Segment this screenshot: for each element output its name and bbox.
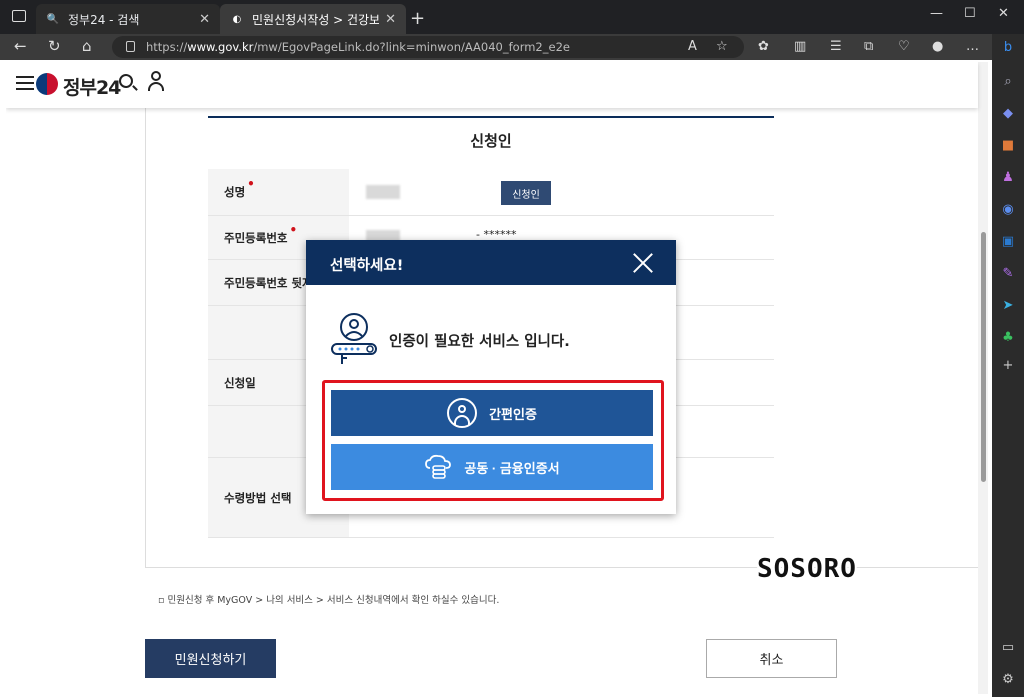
page-viewport: 정부24 신청인 성명 • 신청인 주민등록번호 • - ****** 주민등록번호… [6, 62, 990, 694]
site-logo-text[interactable]: 정부24 [63, 73, 121, 100]
more-menu-icon[interactable]: … [966, 39, 979, 54]
applicant-button[interactable]: 신청인 [501, 181, 551, 205]
row-label: 성명 • [208, 169, 349, 215]
user-icon[interactable] [148, 71, 164, 93]
site-header: 정부24 [6, 62, 978, 108]
url-prefix: https:// [146, 40, 188, 54]
search-icon[interactable] [119, 74, 133, 88]
section-divider [208, 116, 774, 118]
search-favicon-icon: 🔍 [46, 13, 60, 25]
refresh-icon[interactable]: ↻ [48, 37, 61, 55]
info-note-text: 민원신청 후 MyGOV > 나의 서비스 > 서비스 신청내역에서 확인 하실… [167, 595, 500, 606]
url-field[interactable]: https://www.gov.kr/mw/EgovPageLink.do?li… [112, 36, 744, 58]
games-icon[interactable]: ♟ [1000, 170, 1016, 186]
gov24-favicon-icon: ◐ [232, 13, 242, 25]
certificate-auth-label: 공동 · 금융인증서 [464, 460, 560, 476]
menu-hamburger-icon[interactable] [16, 76, 34, 90]
form-row-name: 성명 • [208, 169, 774, 216]
collections-icon[interactable]: ⧉ [864, 39, 873, 54]
hide-sidebar-icon[interactable]: ▭ [1000, 640, 1016, 656]
browser-tab-bar: 🔍 정부24 - 검색 ✕ ◐ 민원신청서작성 > 건강보험 자격 ✕ + — … [0, 0, 1024, 34]
tab-title: 민원신청서작성 > 건강보험 자격 [252, 12, 380, 27]
info-note: ▫ 민원신청 후 MyGOV > 나의 서비스 > 서비스 신청내역에서 확인 … [158, 595, 500, 606]
new-tab-icon[interactable]: + [410, 8, 425, 29]
settings-gear-icon[interactable]: ⚙ [1000, 672, 1016, 688]
favorites-icon[interactable]: ☰ [830, 39, 842, 54]
maximize-icon[interactable]: ☐ [964, 6, 976, 21]
search-icon[interactable]: ⌕ [1000, 74, 1016, 90]
send-icon[interactable]: ➤ [1000, 298, 1016, 314]
microsoft365-icon[interactable]: ◉ [1000, 202, 1016, 218]
close-tab-icon[interactable]: ✕ [385, 12, 396, 27]
designer-icon[interactable]: ✎ [1000, 266, 1016, 282]
modal-header: 선택하세요! [306, 240, 676, 285]
tab-title: 정부24 - 검색 [68, 12, 140, 27]
minimize-icon[interactable]: — [930, 6, 943, 21]
user-circle-icon [447, 398, 478, 428]
cloud-database-icon [425, 454, 452, 479]
tree-icon[interactable]: ♣ [1000, 330, 1016, 346]
profile-avatar-icon[interactable]: ● [932, 39, 943, 54]
certificate-user-icon [331, 313, 377, 364]
copilot-icon[interactable]: b [1000, 40, 1016, 56]
name-value-blurred [366, 185, 400, 199]
edge-sidebar: b ⌕ ◆ ■ ♟ ◉ ▣ ✎ ➤ ♣ + ▭ ⚙ [992, 34, 1024, 697]
tab-search[interactable]: 🔍 정부24 - 검색 ✕ [36, 4, 220, 34]
tab-minwon[interactable]: ◐ 민원신청서작성 > 건강보험 자격 ✕ [220, 4, 406, 34]
tools-icon[interactable]: ■ [1000, 138, 1016, 154]
close-window-icon[interactable]: ✕ [998, 6, 1009, 21]
favorite-star-icon[interactable]: ☆ [716, 39, 728, 54]
split-screen-icon[interactable]: ▥ [794, 39, 806, 54]
gov24-logo-icon[interactable] [36, 73, 58, 95]
home-icon[interactable]: ⌂ [82, 37, 92, 55]
modal-message: 인증이 필요한 서비스 입니다. [389, 334, 570, 350]
modal-title: 선택하세요! [330, 258, 404, 274]
outlook-icon[interactable]: ▣ [1000, 234, 1016, 250]
url-path: /mw/EgovPageLink.do?link=minwon/AA040_fo… [253, 40, 570, 54]
watermark: SOSORO [757, 554, 857, 584]
simple-auth-label: 간편인증 [489, 406, 537, 422]
cancel-button[interactable]: 취소 [706, 639, 837, 678]
page-scrollbar-thumb[interactable] [981, 232, 986, 482]
health-icon[interactable]: ♡ [898, 39, 910, 54]
back-icon[interactable]: ← [14, 37, 27, 55]
read-aloud-icon[interactable]: A [688, 39, 697, 54]
certificate-auth-button[interactable]: 공동 · 금융인증서 [331, 444, 653, 490]
lock-icon [126, 41, 135, 52]
submit-application-button[interactable]: 민원신청하기 [145, 639, 276, 678]
add-sidebar-icon[interactable]: + [1000, 358, 1016, 374]
simple-auth-button[interactable]: 간편인증 [331, 390, 653, 436]
extensions-icon[interactable]: ✿ [758, 39, 769, 54]
tab-actions-icon[interactable] [12, 10, 26, 22]
section-title: 신청인 [470, 132, 512, 150]
address-bar-row: ← ↻ ⌂ https://www.gov.kr/mw/EgovPageLink… [0, 34, 1024, 60]
url-host: www.gov.kr [187, 40, 254, 54]
close-icon[interactable] [632, 252, 654, 274]
close-tab-icon[interactable]: ✕ [199, 12, 210, 27]
auth-select-modal: 선택하세요! 인증이 필요한 서비스 입니다. 간편인증 공동 · 금융인증서 [306, 240, 676, 514]
shopping-tag-icon[interactable]: ◆ [1000, 106, 1016, 122]
